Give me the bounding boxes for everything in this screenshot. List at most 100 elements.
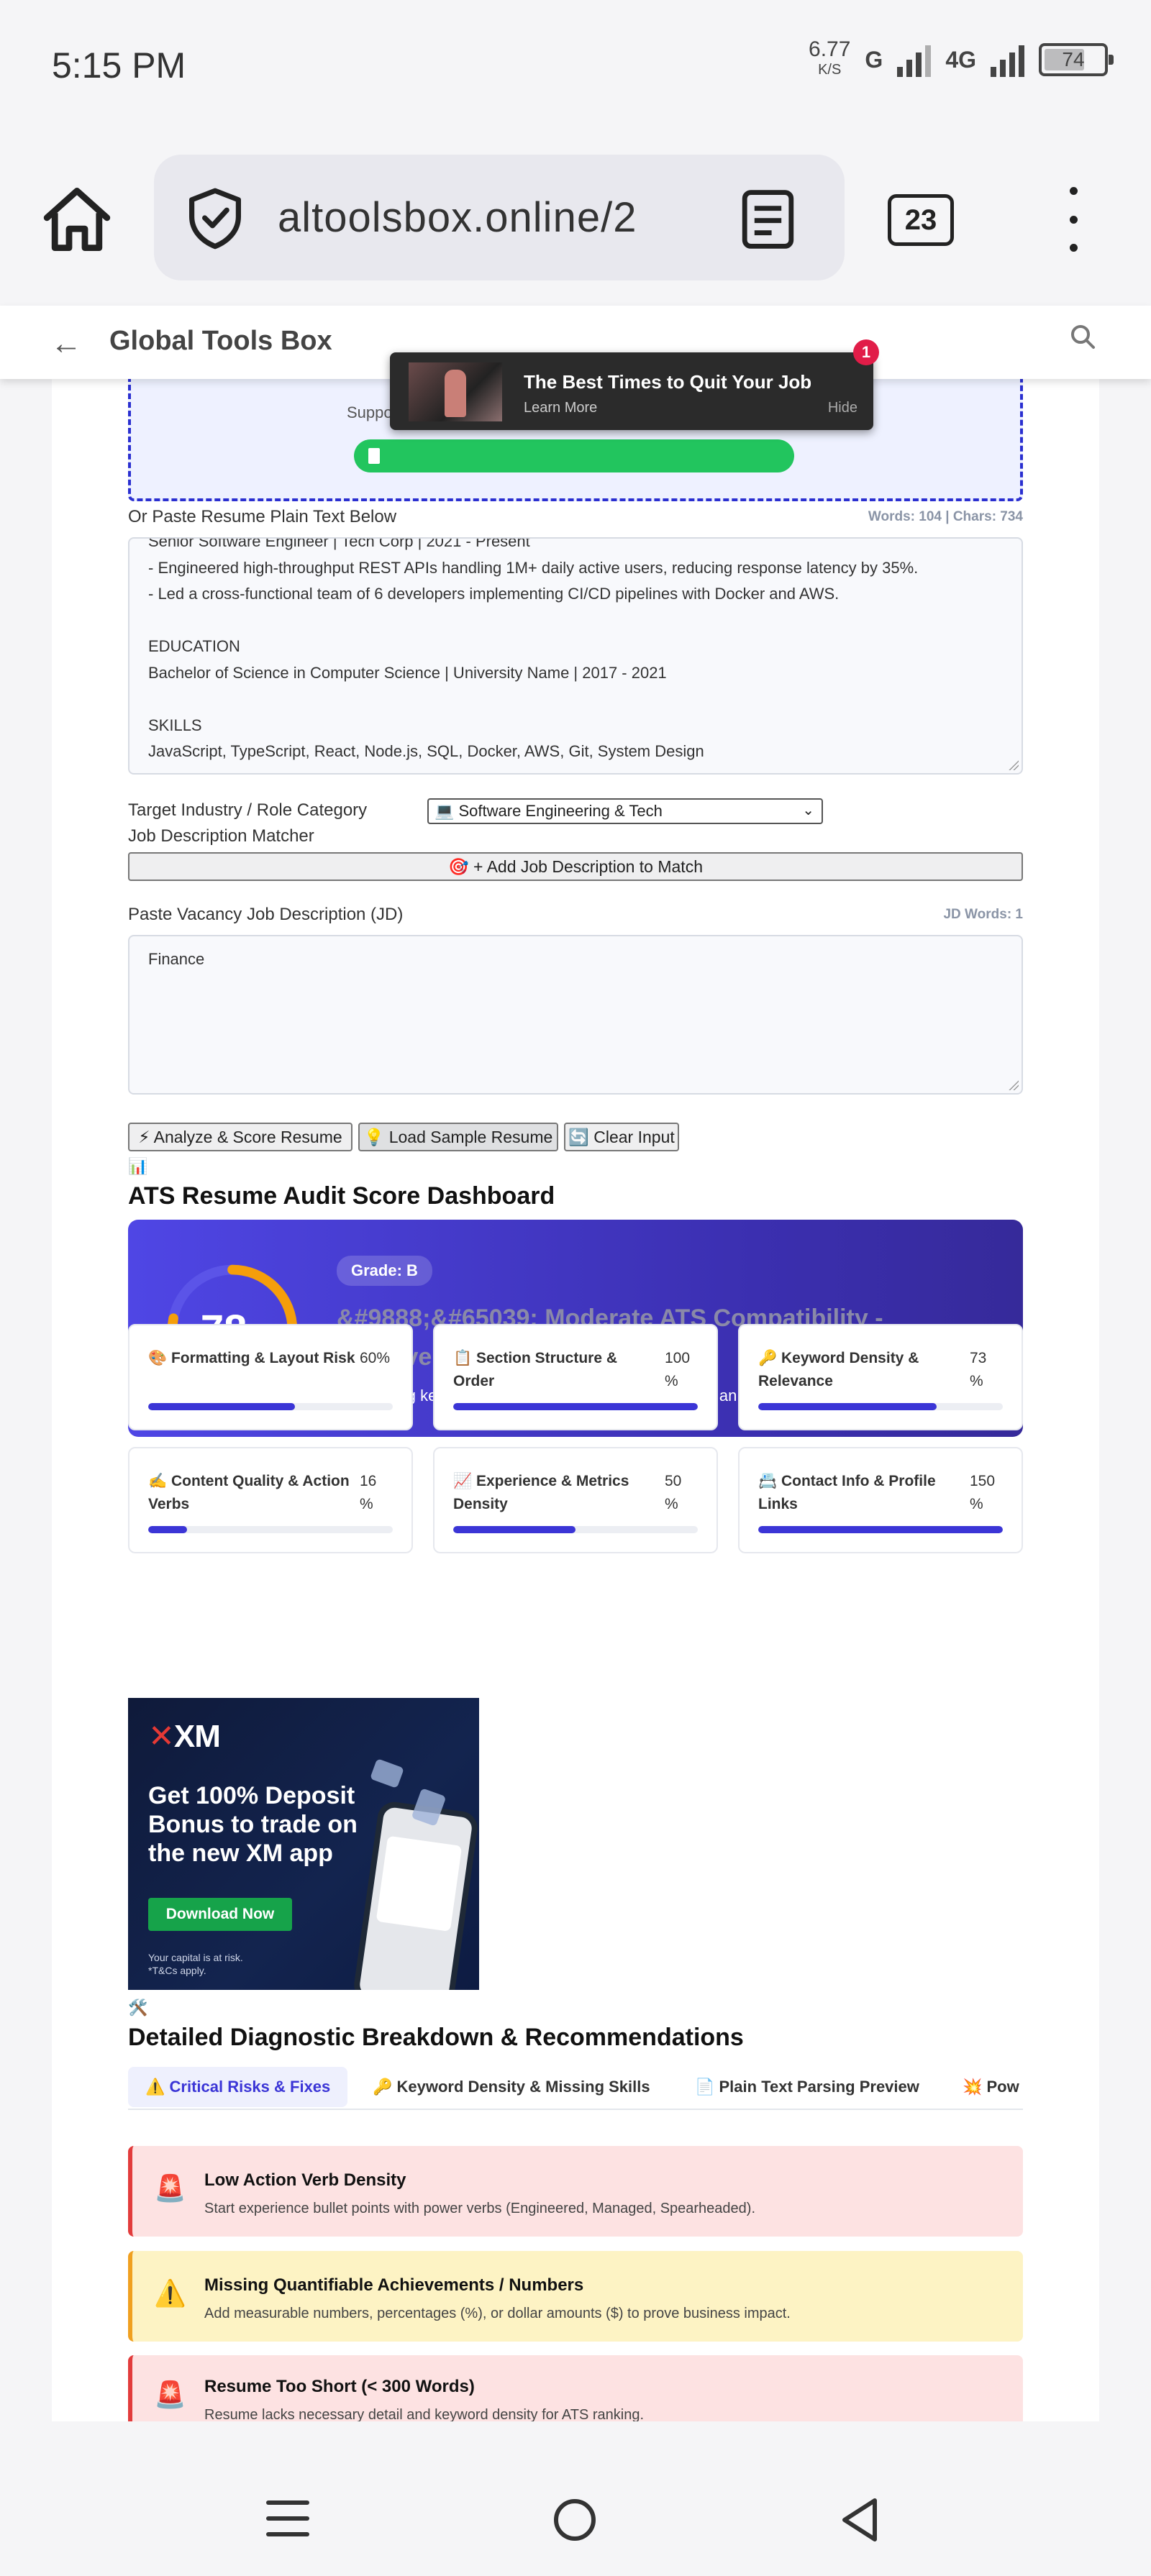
status-bar: 5:15 PM 6.77 K/S G 4G 74: [0, 0, 1151, 129]
resume-line: EDUCATION: [148, 637, 240, 655]
metric-progress-fill: [453, 1403, 698, 1410]
metric-value: 100 %: [665, 1350, 691, 1389]
resume-line: - Led a cross-functional team of 6 devel…: [148, 585, 840, 603]
resume-line: [148, 686, 1003, 713]
toast-learn-more[interactable]: Learn More: [524, 400, 597, 416]
metric-title: 🎨 Formatting & Layout Risk: [148, 1350, 355, 1366]
recent-apps-icon[interactable]: [266, 2500, 309, 2536]
metric-value: 60%: [360, 1350, 391, 1366]
dropzone-file-pill[interactable]: [354, 439, 794, 472]
analyze-button[interactable]: ⚡ Analyze & Score Resume: [128, 1123, 352, 1151]
jd-label: Paste Vacancy Job Description (JD): [128, 905, 404, 924]
tab-critical-risks[interactable]: ⚠️ Critical Risks & Fixes: [128, 2067, 348, 2107]
add-jd-button[interactable]: 🎯 + Add Job Description to Match: [128, 852, 1023, 881]
metric-progress-track: [148, 1526, 393, 1533]
metric-title: 📇 Contact Info & Profile Links: [758, 1473, 936, 1512]
metric-progress-fill: [148, 1403, 295, 1410]
xm-download-button[interactable]: Download Now: [148, 1898, 292, 1931]
industry-select[interactable]: 💻 Software Engineering & Tech ⌄: [427, 798, 823, 824]
battery-icon: 74: [1039, 43, 1114, 76]
xm-risk-line-1: Your capital is at risk.: [148, 1952, 243, 1963]
diagnostics-title: Detailed Diagnostic Breakdown & Recommen…: [128, 2024, 744, 2051]
signal-bars-icon-2: [991, 42, 1024, 77]
clear-input-button[interactable]: 🔄 Clear Input: [564, 1123, 679, 1151]
resize-handle-jd[interactable]: [1009, 1080, 1019, 1090]
metric-card: 📋 Section Structure & Order 100 %: [433, 1324, 718, 1430]
grade-badge: Grade: B: [337, 1256, 432, 1286]
alert-title: Resume Too Short (< 300 Words): [204, 2377, 475, 2396]
xm-risk-text: Your capital is at risk. *T&Cs apply.: [148, 1951, 243, 1977]
back-arrow-icon[interactable]: ←: [50, 326, 82, 362]
jd-word-count: JD Words: 1: [943, 907, 1023, 922]
resume-text-label: Or Paste Resume Plain Text Below: [128, 507, 397, 526]
reader-mode-icon[interactable]: [737, 187, 799, 252]
alert-resume-too-short: 🚨 Resume Too Short (< 300 Words) Resume …: [128, 2355, 1023, 2421]
dropzone-support-text: Suppo: [347, 403, 393, 421]
industry-selected-value: 💻 Software Engineering & Tech: [435, 802, 663, 820]
metric-card: 📈 Experience & Metrics Density 50 %: [433, 1447, 718, 1553]
toast-hide-button[interactable]: Hide: [828, 400, 857, 416]
xm-logo-text: XM: [173, 1719, 221, 1754]
overflow-menu-icon[interactable]: [1059, 187, 1088, 252]
warning-icon: ⚠️: [154, 2278, 186, 2308]
resize-handle[interactable]: [1009, 760, 1019, 770]
metric-title: ✍️ Content Quality & Action Verbs: [148, 1473, 350, 1512]
metric-value: 73 %: [970, 1350, 987, 1389]
resume-word-count: Words: 104 | Chars: 734: [868, 509, 1023, 524]
metric-title: 🔑 Keyword Density & Relevance: [758, 1350, 919, 1389]
shield-check-icon[interactable]: [183, 186, 247, 250]
siren-icon: 🚨: [154, 2173, 186, 2203]
status-time: 5:15 PM: [52, 45, 186, 86]
metric-title: 📋 Section Structure & Order: [453, 1350, 618, 1389]
alert-low-action-verbs: 🚨 Low Action Verb Density Start experien…: [128, 2146, 1023, 2237]
industry-label: Target Industry / Role Category: [128, 800, 368, 820]
alert-title: Missing Quantifiable Achievements / Numb…: [204, 2275, 584, 2295]
load-sample-button[interactable]: 💡 Load Sample Resume: [358, 1123, 558, 1151]
resume-textarea[interactable]: Senior Software Engineer | Tech Corp | 2…: [128, 537, 1023, 775]
page-content: Suppo Or Paste Resume Plain Text Below W…: [52, 379, 1099, 2421]
metric-progress-track: [453, 1526, 698, 1533]
system-nav-bar: [0, 2421, 1151, 2576]
tab-keyword-density[interactable]: 🔑 Keyword Density & Missing Skills: [373, 2067, 650, 2107]
signal-4g-label: 4G: [945, 46, 976, 73]
url-text[interactable]: altoolsbox.online/2: [278, 193, 637, 242]
promo-toast[interactable]: The Best Times to Quit Your Job Learn Mo…: [390, 339, 879, 430]
metric-progress-fill: [453, 1526, 576, 1533]
search-icon[interactable]: [1066, 320, 1101, 355]
metric-value: 50 %: [665, 1473, 682, 1512]
tab-power[interactable]: 💥 Pow: [963, 2067, 1019, 2107]
alert-text: Resume lacks necessary detail and keywor…: [204, 2407, 645, 2421]
alert-missing-achievements: ⚠️ Missing Quantifiable Achievements / N…: [128, 2251, 1023, 2342]
home-circle-icon[interactable]: [554, 2499, 596, 2541]
notification-badge: 1: [853, 339, 879, 365]
toast-title[interactable]: The Best Times to Quit Your Job: [524, 371, 811, 393]
metric-value: 16 %: [360, 1473, 377, 1512]
metric-progress-fill: [758, 1403, 937, 1410]
xm-ad-banner[interactable]: ✕XM Get 100% Deposit Bonus to trade on t…: [128, 1698, 479, 1990]
phone-graphic: [352, 1799, 479, 1990]
metric-progress-fill: [148, 1526, 188, 1533]
xm-logo: ✕XM: [148, 1719, 221, 1754]
dashboard-title: ATS Resume Audit Score Dashboard: [128, 1182, 555, 1210]
resume-line: - Engineered high-throughput REST APIs h…: [148, 558, 919, 577]
site-title[interactable]: Global Tools Box: [109, 326, 332, 357]
tab-switcher-button[interactable]: 23: [888, 194, 954, 246]
signal-g-label: G: [865, 46, 883, 73]
resume-line: Bachelor of Science in Computer Science …: [148, 663, 667, 682]
metric-card: ✍️ Content Quality & Action Verbs 16 %: [128, 1447, 413, 1553]
tab-plain-text-preview[interactable]: 📄 Plain Text Parsing Preview: [695, 2067, 919, 2107]
back-triangle-icon[interactable]: [839, 2496, 882, 2544]
xm-headline: Get 100% Deposit Bonus to trade on the n…: [148, 1782, 358, 1867]
jd-matcher-label: Job Description Matcher: [128, 826, 314, 846]
metric-card: 🔑 Keyword Density & Relevance 73 %: [738, 1324, 1023, 1430]
metric-progress-track: [758, 1526, 1003, 1533]
metric-progress-track: [148, 1403, 393, 1410]
jd-textarea[interactable]: Finance: [128, 935, 1023, 1095]
battery-level: 74: [1062, 48, 1085, 70]
browser-toolbar: altoolsbox.online/2 23: [0, 129, 1151, 306]
alert-text: Start experience bullet points with powe…: [204, 2201, 756, 2216]
home-icon[interactable]: [37, 180, 117, 259]
network-speed: 6.77 K/S: [809, 39, 850, 80]
signal-bars-icon: [897, 42, 932, 77]
metric-value: 150 %: [970, 1473, 996, 1512]
